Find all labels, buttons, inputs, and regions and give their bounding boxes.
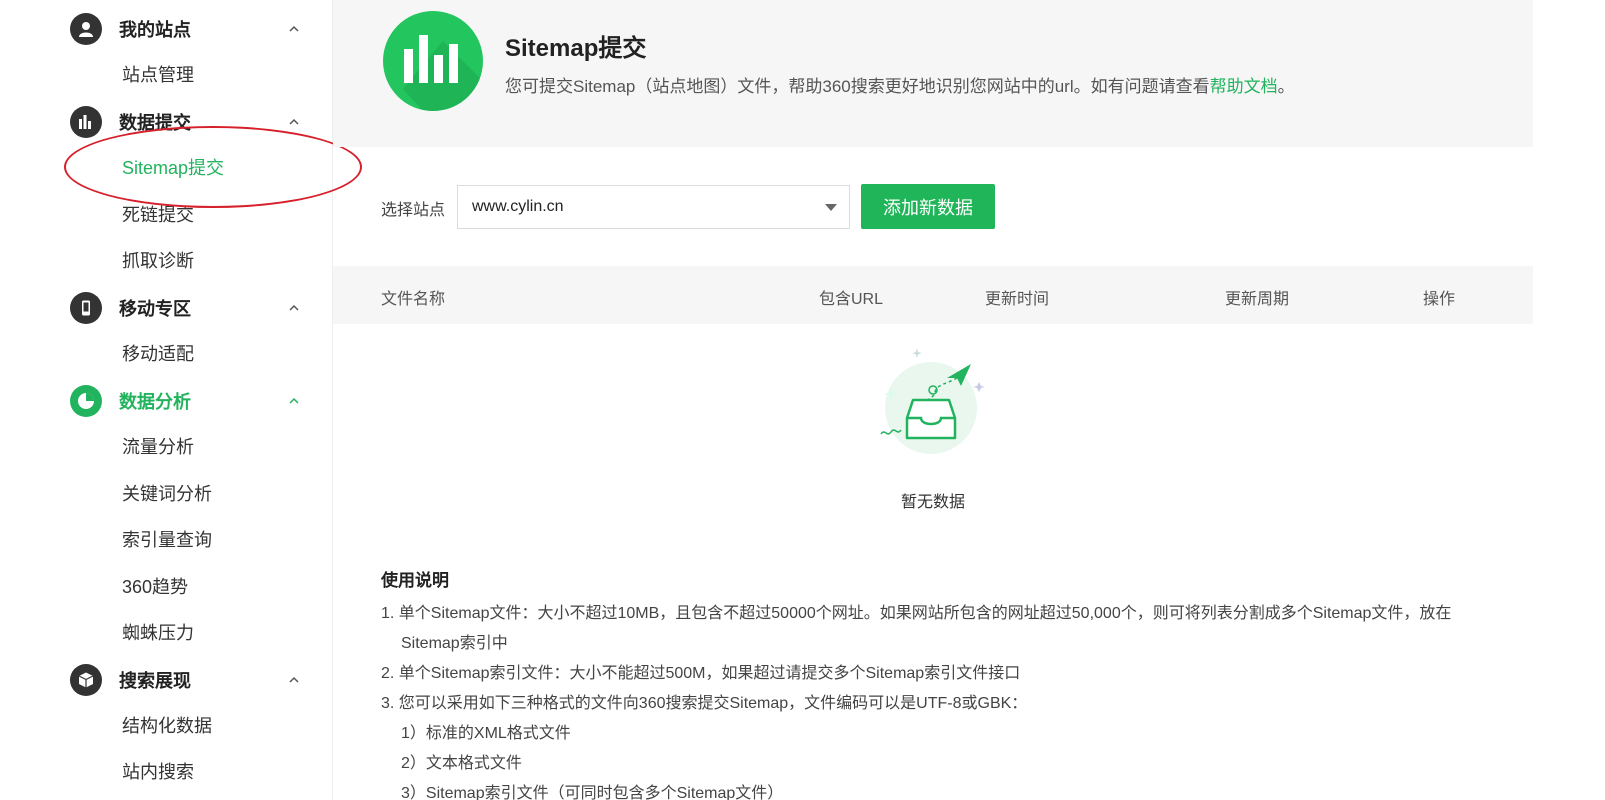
description-end: 。 <box>1277 77 1295 96</box>
sidebar-item-crawl-diagnosis[interactable]: 抓取诊断 <box>122 248 194 274</box>
bar-chart-icon <box>70 106 102 138</box>
user-icon <box>70 13 102 45</box>
empty-inbox-icon <box>863 346 1003 466</box>
main-content: Sitemap提交 您可提交Sitemap（站点地图）文件，帮助360搜索更好地… <box>333 0 1533 800</box>
sidebar-group-search-display[interactable]: 搜索展现 <box>70 660 310 700</box>
empty-state-text: 暂无数据 <box>901 494 966 511</box>
sidebar-group-title: 我的站点 <box>119 20 191 40</box>
chevron-up-icon <box>289 397 299 404</box>
annotation-ellipse <box>64 126 362 208</box>
chevron-up-icon <box>289 304 299 311</box>
pie-chart-icon <box>70 385 102 417</box>
sidebar-group-data-analysis[interactable]: 数据分析 <box>70 381 310 421</box>
instruction-line: 2）文本格式文件 <box>401 755 522 772</box>
chevron-up-icon <box>289 25 299 32</box>
sidebar-item-mobile-adapt[interactable]: 移动适配 <box>122 341 194 367</box>
add-new-data-button[interactable]: 添加新数据 <box>861 184 995 229</box>
sidebar-item-traffic-analysis[interactable]: 流量分析 <box>122 434 194 460</box>
chevron-up-icon <box>289 118 299 125</box>
sidebar-group-title: 数据分析 <box>119 392 191 412</box>
sidebar-item-spider-pressure[interactable]: 蜘蛛压力 <box>122 620 194 646</box>
description-text: 您可提交Sitemap（站点地图）文件，帮助360搜索更好地识别您网站中的url… <box>505 77 1210 96</box>
caret-down-icon <box>825 204 837 211</box>
instruction-line: 3）Sitemap索引文件（可同时包含多个Sitemap文件） <box>401 785 784 800</box>
sidebar-item-keyword-analysis[interactable]: 关键词分析 <box>122 481 212 507</box>
sidebar-item-site-search[interactable]: 站内搜索 <box>122 759 194 785</box>
sidebar-group-my-sites[interactable]: 我的站点 <box>70 9 310 49</box>
instruction-line: 1）标准的XML格式文件 <box>401 725 571 742</box>
instructions-title: 使用说明 <box>381 571 449 590</box>
chevron-up-icon <box>289 676 299 683</box>
cube-icon <box>70 664 102 696</box>
column-update-time: 更新时间 <box>985 291 1050 308</box>
column-update-cycle: 更新周期 <box>1225 291 1290 308</box>
site-select[interactable]: www.cylin.cn <box>457 185 850 229</box>
page-title: Sitemap提交 <box>505 35 647 62</box>
site-select-label: 选择站点 <box>381 202 446 219</box>
sidebar-item-360-trend[interactable]: 360趋势 <box>122 574 188 600</box>
help-doc-link[interactable]: 帮助文档 <box>1210 77 1278 96</box>
page-description: 您可提交Sitemap（站点地图）文件，帮助360搜索更好地识别您网站中的url… <box>505 72 1295 97</box>
sidebar-group-mobile[interactable]: 移动专区 <box>70 288 310 328</box>
sitemap-logo-icon <box>383 11 483 111</box>
sidebar-item-site-management[interactable]: 站点管理 <box>122 62 194 88</box>
site-select-value: www.cylin.cn <box>472 198 564 215</box>
column-url-count: 包含URL <box>819 291 884 308</box>
usage-instructions: 使用说明 1. 单个Sitemap文件：大小不超过10MB，且包含不超过5000… <box>381 566 1481 800</box>
column-file-name: 文件名称 <box>381 291 446 308</box>
mobile-icon <box>70 292 102 324</box>
instruction-line: 3. 您可以采用如下三种格式的文件向360搜索提交Sitemap，文件编码可以是… <box>381 695 1028 712</box>
column-actions: 操作 <box>1423 291 1456 308</box>
sidebar: 我的站点 站点管理 数据提交 Sitemap提交 死链提交 抓取诊断 移动专区 … <box>0 0 333 800</box>
sidebar-group-title: 搜索展现 <box>119 671 191 691</box>
sidebar-item-index-query[interactable]: 索引量查询 <box>122 527 212 553</box>
sidebar-group-title: 移动专区 <box>119 299 191 319</box>
table-header: 文件名称 包含URL 更新时间 更新周期 操作 <box>333 266 1533 324</box>
instruction-line: 1. 单个Sitemap文件：大小不超过10MB，且包含不超过50000个网址。… <box>381 605 1452 622</box>
page-header: Sitemap提交 您可提交Sitemap（站点地图）文件，帮助360搜索更好地… <box>333 0 1533 147</box>
instruction-line: Sitemap索引中 <box>401 635 508 652</box>
instruction-line: 2. 单个Sitemap索引文件：大小不能超过500M，如果超过请提交多个Sit… <box>381 665 1021 682</box>
sidebar-item-structured-data[interactable]: 结构化数据 <box>122 713 212 739</box>
